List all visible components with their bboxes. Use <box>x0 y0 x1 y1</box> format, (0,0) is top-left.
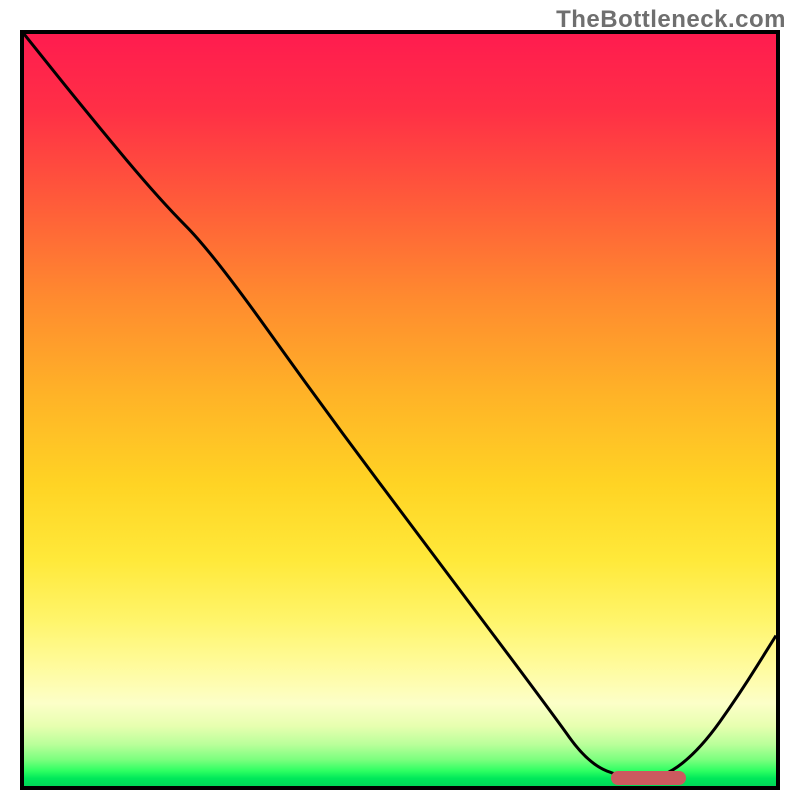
optimal-range-marker <box>611 771 686 785</box>
plot-frame <box>20 30 780 790</box>
bottleneck-curve <box>24 34 776 786</box>
chart-container: TheBottleneck.com <box>0 0 800 800</box>
